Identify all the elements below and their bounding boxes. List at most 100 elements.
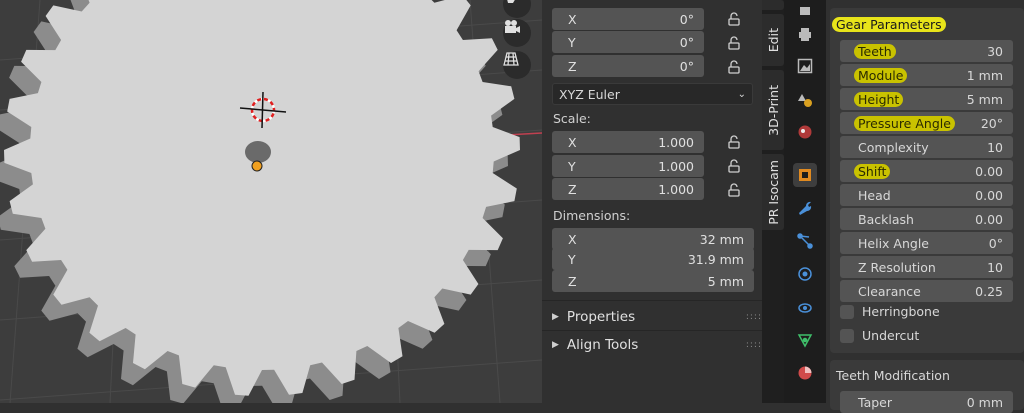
param-shift-field[interactable]: Shift 0.00 [840,160,1013,182]
scene-icon[interactable] [793,120,817,144]
dimensions-z-label: Z [568,273,577,289]
param-complexity-field[interactable]: Complexity 10 [840,136,1013,158]
scale-y-label: Y [568,158,576,174]
param-teeth-value: 30 [987,43,1003,59]
param-complexity-label: Complexity [858,139,929,155]
tab-view[interactable] [762,0,784,10]
lock-icon[interactable] [726,59,742,75]
properties-panel-header[interactable]: ▶ Properties :::: [542,304,772,330]
collapse-triangle-icon: ▶ [552,340,559,350]
param-clearance-field[interactable]: Clearance 0.25 [840,280,1013,302]
scale-x-label: X [568,134,577,150]
param-backlash-label: Backlash [858,211,914,227]
param-helix-angle-value: 0° [988,235,1003,251]
param-clearance-label: Clearance [858,283,921,299]
rotation-y-field[interactable]: Y 0° [552,31,704,53]
param-pressure-angle-label: Pressure Angle [854,115,955,131]
scale-y-field[interactable]: Y 1.000 [552,155,704,177]
taper-label: Taper [858,394,892,410]
undercut-checkbox[interactable]: Undercut [840,328,919,343]
viewport-canvas [0,0,542,403]
rotation-z-value: 0° [679,58,694,74]
param-teeth-label: Teeth [854,43,896,59]
material-icon[interactable] [793,361,817,385]
taper-field[interactable]: Taper 0 mm [840,391,1013,413]
rotation-x-value: 0° [679,11,694,27]
param-height-value: 5 mm [966,91,1003,107]
lock-icon[interactable] [726,134,742,150]
param-clearance-value: 0.25 [975,283,1003,299]
properties-editor: Gear Parameters Teeth 30 Module 1 mm Height 5… [826,0,1024,413]
param-backlash-field[interactable]: Backlash 0.00 [840,208,1013,230]
3d-viewport[interactable] [0,0,542,403]
gear-bore-hole [245,141,271,163]
chevron-down-icon: ⌄ [737,88,746,100]
rotation-mode-select[interactable]: XYZ Euler ⌄ [552,83,753,105]
lock-icon[interactable] [726,158,742,174]
param-height-field[interactable]: Height 5 mm [840,88,1013,110]
tool-icon[interactable] [793,0,817,24]
camera-icon[interactable] [503,19,531,47]
sidebar-n-panel: X 0° Y 0° Z 0° XYZ Euler ⌄ Scale: X 1.00… [542,0,762,403]
object-origin-icon [251,160,263,172]
render-icon[interactable] [793,22,817,46]
dimensions-y-value: 31.9 mm [687,251,744,267]
dimensions-z-field[interactable]: Z 5 mm [552,270,754,292]
tab-pr-isocam[interactable]: PR Isocam [762,154,784,230]
collapse-triangle-icon: ▶ [552,312,559,322]
param-head-label: Head [858,187,891,203]
herringbone-checkbox[interactable]: Herringbone [840,304,940,319]
physics-icon[interactable] [793,262,817,286]
dimensions-x-field[interactable]: X 32 mm [552,228,754,250]
constraints-icon[interactable] [793,296,817,320]
param-helix-angle-label: Helix Angle [858,235,929,251]
divider [542,330,762,331]
gear-parameters-panel: Gear Parameters Teeth 30 Module 1 mm Height 5… [830,8,1024,353]
param-pressure-angle-field[interactable]: Pressure Angle 20° [840,112,1013,134]
scale-x-field[interactable]: X 1.000 [552,131,704,153]
data-icon[interactable] [793,328,817,352]
scale-z-label: Z [568,181,577,197]
lock-icon[interactable] [726,11,742,27]
dimensions-y-label: Y [568,251,576,267]
tab-3d-print[interactable]: 3D-Print [762,70,784,150]
properties-panel-title: Properties [566,309,636,325]
drag-handle-icon[interactable]: :::: [746,340,762,350]
view-layer-icon[interactable] [793,88,817,112]
output-icon[interactable] [793,54,817,78]
align-tools-panel-header[interactable]: ▶ Align Tools :::: [542,332,772,358]
dimensions-x-label: X [568,231,577,247]
lock-icon[interactable] [726,35,742,51]
grid-icon[interactable] [503,51,531,79]
param-complexity-value: 10 [987,139,1003,155]
scale-y-value: 1.000 [658,158,694,174]
param-module-field[interactable]: Module 1 mm [840,64,1013,86]
param-shift-value: 0.00 [975,163,1003,179]
rotation-x-label: X [568,11,577,27]
drag-handle-icon[interactable]: :::: [746,312,762,322]
rotation-x-field[interactable]: X 0° [552,8,704,30]
checkbox-box[interactable] [840,328,854,343]
param-backlash-value: 0.00 [975,211,1003,227]
checkbox-box[interactable] [840,304,854,319]
param-helix-angle-field[interactable]: Helix Angle 0° [840,232,1013,254]
tab-edit[interactable]: Edit [762,14,784,66]
param-z-resolution-field[interactable]: Z Resolution 10 [840,256,1013,278]
scale-z-value: 1.000 [658,181,694,197]
align-tools-panel-title: Align Tools [566,337,639,353]
rotation-mode-value: XYZ Euler [559,86,620,102]
gear-parameters-title[interactable]: Gear Parameters [832,17,946,32]
dimensions-y-field[interactable]: Y 31.9 mm [552,248,754,270]
particles-icon[interactable] [793,229,817,253]
param-teeth-field[interactable]: Teeth 30 [840,40,1013,62]
scale-z-field[interactable]: Z 1.000 [552,178,704,200]
param-z-resolution-label: Z Resolution [858,259,936,275]
teeth-modification-title[interactable]: Teeth Modification [836,368,950,383]
lock-icon[interactable] [726,182,742,198]
object-icon[interactable] [793,163,817,187]
rotation-z-field[interactable]: Z 0° [552,55,704,77]
param-module-value: 1 mm [966,67,1003,83]
dimensions-label: Dimensions: [553,208,631,223]
param-head-field[interactable]: Head 0.00 [840,184,1013,206]
wrench-icon[interactable] [793,196,817,220]
